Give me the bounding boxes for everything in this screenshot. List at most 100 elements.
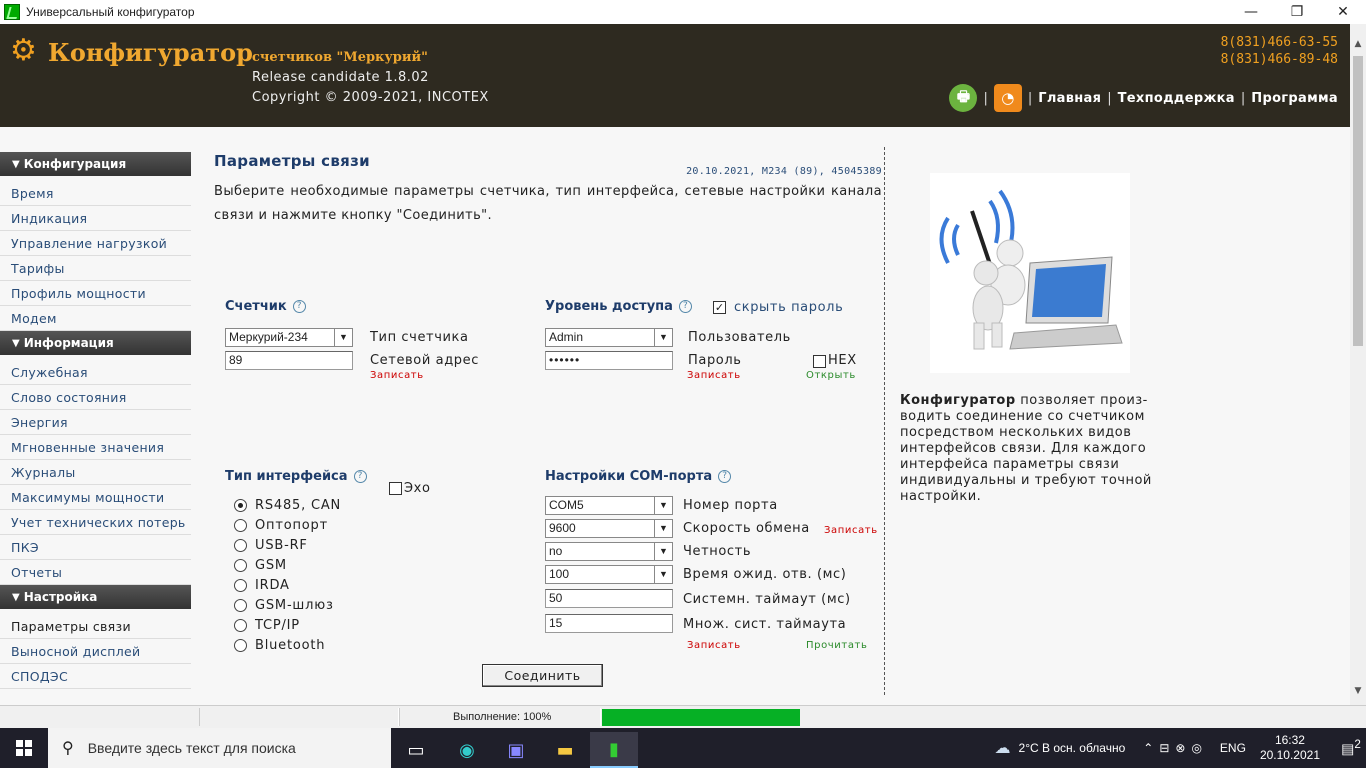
sidebar-item-tech-losses[interactable]: Учет технических потерь bbox=[0, 510, 191, 535]
baud-select[interactable]: 9600 ▼ bbox=[545, 519, 673, 538]
chevron-down-icon[interactable]: ▼ bbox=[654, 329, 672, 346]
radio-button[interactable] bbox=[234, 619, 247, 632]
vertical-scrollbar[interactable]: ▲ ▼ bbox=[1350, 24, 1366, 705]
sidebar-item-reports[interactable]: Отчеты bbox=[0, 560, 191, 585]
hide-password-checkbox[interactable]: ✓ bbox=[713, 301, 726, 314]
radio-button[interactable] bbox=[234, 639, 247, 652]
sidebar-item-power-max[interactable]: Максимумы мощности bbox=[0, 485, 191, 510]
connect-button[interactable]: Соединить bbox=[482, 664, 603, 687]
sidebar-item-time[interactable]: Время bbox=[0, 181, 191, 206]
nav-home-link[interactable]: Главная bbox=[1038, 91, 1101, 106]
sidebar-item-status-word[interactable]: Слово состояния bbox=[0, 385, 191, 410]
save-app-icon[interactable]: ▣ bbox=[492, 732, 540, 768]
scroll-up-icon[interactable]: ▲ bbox=[1350, 36, 1366, 52]
sidebar-item-modem[interactable]: Модем bbox=[0, 306, 191, 331]
access-write-link[interactable]: Записать bbox=[687, 370, 741, 381]
sidebar-item-power-profile[interactable]: Профиль мощности bbox=[0, 281, 191, 306]
radio-button[interactable] bbox=[234, 579, 247, 592]
file-explorer-icon[interactable]: ▬ bbox=[541, 732, 589, 768]
close-button[interactable]: ✕ bbox=[1320, 0, 1366, 24]
sidebar-item-pke[interactable]: ПКЭ bbox=[0, 535, 191, 560]
interface-option-tcpip[interactable]: TCP/IP bbox=[234, 618, 300, 633]
sys-timeout-input[interactable]: 50 bbox=[545, 589, 673, 608]
password-input[interactable]: •••••• bbox=[545, 351, 673, 370]
radio-button[interactable] bbox=[234, 539, 247, 552]
help-icon[interactable]: ? bbox=[353, 470, 367, 483]
interface-option-optoport[interactable]: Оптопорт bbox=[234, 518, 328, 533]
option-label: GSM bbox=[255, 558, 287, 573]
language-indicator[interactable]: ENG bbox=[1220, 741, 1246, 755]
sidebar-item-service[interactable]: Служебная bbox=[0, 360, 191, 385]
notification-icon[interactable]: ▤2 bbox=[1336, 738, 1366, 758]
interface-option-irda[interactable]: IRDA bbox=[234, 578, 290, 593]
clock[interactable]: 16:32 20.10.2021 bbox=[1260, 733, 1320, 763]
task-view-icon[interactable]: ▭ bbox=[392, 732, 440, 768]
minimize-button[interactable]: — bbox=[1228, 0, 1274, 24]
tray-icons[interactable]: ⌃⊟⊗◎ bbox=[1143, 741, 1208, 755]
interface-option-bluetooth[interactable]: Bluetooth bbox=[234, 638, 325, 653]
echo-checkbox[interactable] bbox=[389, 482, 402, 495]
meter-type-select[interactable]: Меркурий-234 ▼ bbox=[225, 328, 353, 347]
scrollbar-thumb[interactable] bbox=[1353, 56, 1363, 346]
sidebar-item-instant-values[interactable]: Мгновенные значения bbox=[0, 435, 191, 460]
com-read-link[interactable]: Прочитать bbox=[806, 640, 867, 651]
access-open-link[interactable]: Открыть bbox=[806, 370, 856, 381]
chevron-down-icon[interactable]: ▼ bbox=[654, 497, 672, 514]
radio-button[interactable] bbox=[234, 599, 247, 612]
scroll-down-icon[interactable]: ▼ bbox=[1350, 683, 1366, 699]
title-bar: Универсальный конфигуратор — ❐ ✕ bbox=[0, 0, 1366, 24]
radio-button[interactable] bbox=[234, 559, 247, 572]
nav-program-link[interactable]: Программа bbox=[1251, 91, 1338, 106]
chevron-down-icon[interactable]: ▼ bbox=[334, 329, 352, 346]
option-label: TCP/IP bbox=[255, 618, 300, 633]
sidebar-item-connection-params[interactable]: Параметры связи bbox=[0, 614, 191, 639]
radio-button[interactable] bbox=[234, 519, 247, 532]
interface-option-gsm[interactable]: GSM bbox=[234, 558, 287, 573]
timeout-multiplier-input[interactable]: 15 bbox=[545, 614, 673, 633]
user-select[interactable]: Admin ▼ bbox=[545, 328, 673, 347]
sidebar-section-info[interactable]: ▼ Информация bbox=[0, 331, 191, 355]
radio-button[interactable] bbox=[234, 499, 247, 512]
baud-write-link[interactable]: Записать bbox=[824, 525, 878, 536]
parity-select[interactable]: no ▼ bbox=[545, 542, 673, 561]
com-write-link[interactable]: Записать bbox=[687, 640, 741, 651]
rss-icon[interactable]: ◔ bbox=[993, 84, 1022, 112]
sidebar-item-energy[interactable]: Энергия bbox=[0, 410, 191, 435]
sidebar-item-indication[interactable]: Индикация bbox=[0, 206, 191, 231]
print-icon[interactable]: 🖶 bbox=[949, 84, 978, 112]
nav-support-link[interactable]: Техподдержка bbox=[1118, 91, 1235, 106]
help-icon[interactable]: ? bbox=[292, 300, 306, 313]
hex-checkbox[interactable] bbox=[813, 355, 826, 368]
meter-write-link[interactable]: Записать bbox=[370, 370, 424, 381]
sidebar-item-load-control[interactable]: Управление нагрузкой bbox=[0, 231, 191, 256]
sidebar-item-remote-display[interactable]: Выносной дисплей bbox=[0, 639, 191, 664]
option-label: Bluetooth bbox=[255, 638, 326, 653]
chevron-down-icon[interactable]: ▼ bbox=[654, 543, 672, 560]
edge-browser-icon[interactable]: ◉ bbox=[443, 732, 491, 768]
interface-option-rs485[interactable]: RS485, CAN bbox=[234, 498, 341, 513]
interface-option-gsm-gateway[interactable]: GSM-шлюз bbox=[234, 598, 334, 613]
page-content: ▼ Конфигурация Время Индикация Управление… bbox=[0, 127, 1350, 705]
weather-widget[interactable]: ☁ 2°C В осн. облачно bbox=[995, 738, 1126, 758]
maximize-button[interactable]: ❐ bbox=[1274, 0, 1320, 24]
taskbar-search[interactable]: ⚲ Введите здесь текст для поиска bbox=[48, 728, 391, 768]
sidebar-section-config[interactable]: ▼ Конфигурация bbox=[0, 152, 191, 176]
chevron-down-icon[interactable]: ▼ bbox=[654, 520, 672, 537]
sidebar-section-settings[interactable]: ▼ Настройка bbox=[0, 585, 191, 609]
timeout-select[interactable]: 100 ▼ bbox=[545, 565, 673, 584]
hide-password-label[interactable]: скрыть пароль bbox=[734, 300, 843, 315]
port-select[interactable]: COM5 ▼ bbox=[545, 496, 673, 515]
start-button[interactable] bbox=[0, 728, 48, 768]
network-address-input[interactable]: 89 bbox=[225, 351, 353, 370]
triangle-down-icon: ▼ bbox=[12, 158, 20, 170]
search-icon: ⚲ bbox=[62, 740, 74, 757]
interface-option-usb-rf[interactable]: USB-RF bbox=[234, 538, 308, 553]
sidebar-item-spodes[interactable]: СПОДЭС bbox=[0, 664, 191, 689]
chevron-down-icon[interactable]: ▼ bbox=[654, 566, 672, 583]
sidebar-item-tariffs[interactable]: Тарифы bbox=[0, 256, 191, 281]
option-label: GSM-шлюз bbox=[255, 598, 334, 613]
sidebar-item-logs[interactable]: Журналы bbox=[0, 460, 191, 485]
configurator-app-icon[interactable]: ▮ bbox=[590, 732, 638, 768]
help-icon[interactable]: ? bbox=[678, 300, 692, 313]
help-icon[interactable]: ? bbox=[718, 470, 732, 483]
